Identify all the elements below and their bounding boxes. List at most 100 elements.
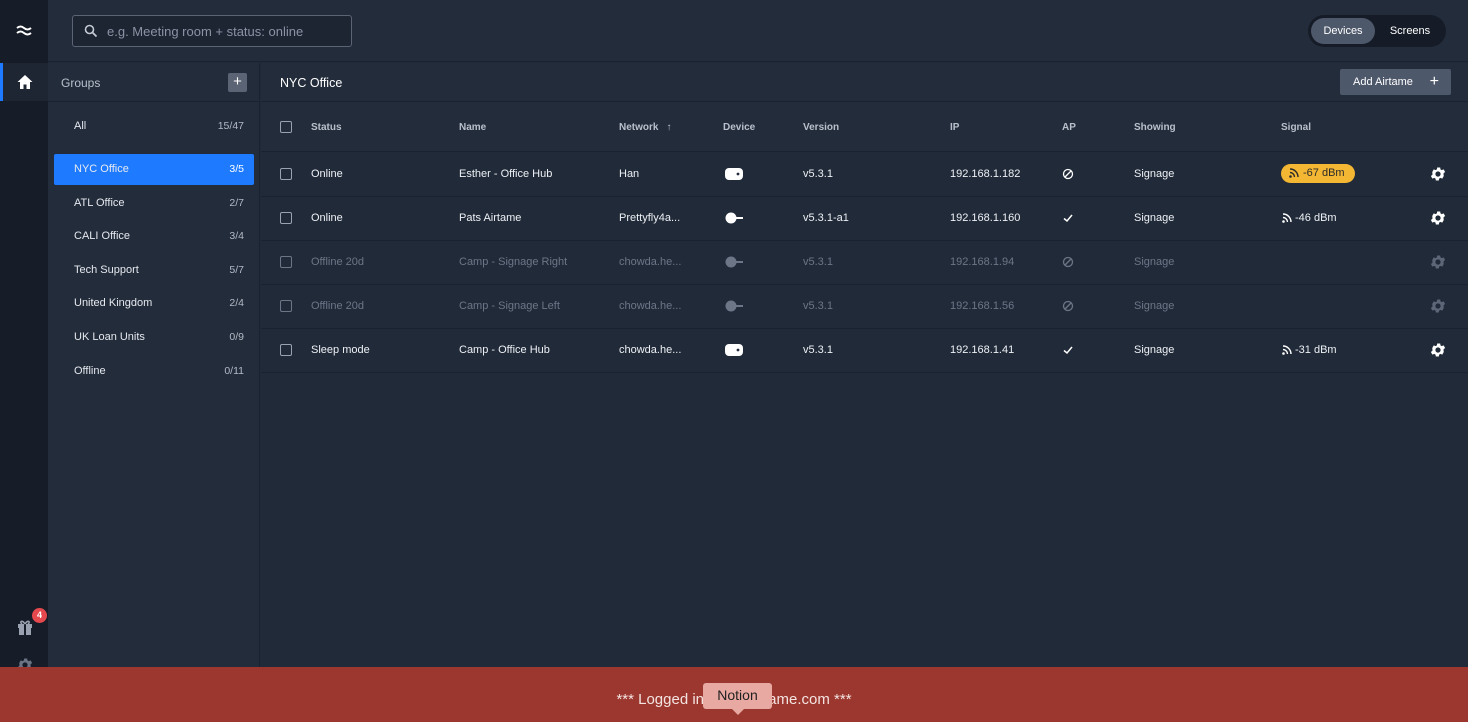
group-item-offline[interactable]: Offline 0/11 [54, 356, 254, 387]
signal-indicator: -31 dBm [1282, 344, 1337, 356]
signal-value: -67 dBm [1303, 167, 1345, 179]
search-box[interactable] [72, 15, 352, 47]
col-ip[interactable]: IP [950, 122, 959, 133]
network-cell: chowda.he... [619, 256, 682, 268]
group-label: United Kingdom [74, 297, 153, 309]
add-airtame-label: Add Airtame [1353, 76, 1413, 88]
group-count: 2/4 [229, 297, 244, 309]
add-group-button[interactable]: + [228, 73, 247, 92]
showing-cell: Signage [1134, 256, 1175, 268]
ip-cell: 192.168.1.41 [950, 344, 1015, 356]
signal-indicator: -46 dBm [1282, 212, 1337, 224]
plus-icon: + [1429, 73, 1439, 90]
groups-panel: Groups + All 15/47 NYC Office 3/5 ATL Of… [48, 63, 260, 688]
ip-cell: 192.168.1.56 [950, 300, 1015, 312]
group-item-all[interactable]: All 15/47 [54, 111, 254, 142]
group-label: All [74, 120, 87, 132]
ip-cell: 192.168.1.160 [950, 212, 1021, 224]
network-cell: chowda.he... [619, 300, 682, 312]
select-all-checkbox[interactable] [280, 121, 292, 133]
search-input[interactable] [107, 16, 347, 46]
hub-device-icon [725, 168, 743, 180]
ip-cell: 192.168.1.182 [950, 168, 1021, 180]
table-row[interactable]: Sleep mode Camp - Office Hub chowda.he..… [261, 329, 1468, 373]
add-airtame-button[interactable]: Add Airtame + [1340, 69, 1451, 95]
col-network[interactable]: Network ↑ [619, 122, 671, 133]
checkmark-icon [1063, 346, 1073, 355]
col-ap[interactable]: AP [1062, 122, 1076, 133]
col-version[interactable]: Version [803, 122, 839, 133]
name-cell: Camp - Signage Left [459, 300, 560, 312]
search-icon [84, 24, 98, 38]
name-cell: Pats Airtame [459, 212, 522, 224]
view-toggle: Devices Screens [1308, 15, 1446, 47]
group-count: 0/11 [224, 365, 244, 377]
table-header: Status Name Network ↑ Device Version IP A… [261, 102, 1468, 152]
group-label: UK Loan Units [74, 331, 145, 343]
top-bar: Devices Screens [48, 0, 1468, 62]
wifi-icon [1282, 345, 1292, 355]
dongle-device-icon [725, 256, 743, 268]
hub-device-icon [725, 344, 743, 356]
table-row[interactable]: Offline 20d Camp - Signage Right chowda.… [261, 241, 1468, 285]
network-cell: Prettyfly4a... [619, 212, 681, 224]
group-item-united-kingdom[interactable]: United Kingdom 2/4 [54, 288, 254, 319]
group-item-atl-office[interactable]: ATL Office 2/7 [54, 188, 254, 219]
row-checkbox[interactable] [280, 344, 292, 356]
table-row[interactable]: Online Pats Airtame Prettyfly4a... v5.3.… [261, 197, 1468, 241]
checkmark-icon [1063, 214, 1073, 223]
device-settings-icon[interactable] [1429, 209, 1447, 227]
row-checkbox[interactable] [280, 256, 292, 268]
airtame-logo-icon[interactable] [14, 20, 34, 40]
ap-disabled-icon [1062, 168, 1074, 180]
name-cell: Camp - Signage Right [459, 256, 568, 268]
showing-cell: Signage [1134, 344, 1175, 356]
wifi-icon [1289, 168, 1299, 178]
tab-screens[interactable]: Screens [1378, 18, 1442, 44]
signal-value: -46 dBm [1295, 212, 1337, 224]
gift-icon[interactable] [16, 618, 34, 636]
version-cell: v5.3.1 [803, 256, 833, 268]
dongle-device-icon [725, 300, 743, 312]
table-row[interactable]: Offline 20d Camp - Signage Left chowda.h… [261, 285, 1468, 329]
group-item-cali-office[interactable]: CALI Office 3/4 [54, 221, 254, 252]
group-label: Offline [74, 365, 106, 377]
ap-disabled-icon [1062, 300, 1074, 312]
group-label: NYC Office [74, 163, 129, 175]
showing-cell: Signage [1134, 212, 1175, 224]
dongle-device-icon [725, 212, 743, 224]
group-label: ATL Office [74, 197, 125, 209]
row-checkbox[interactable] [280, 300, 292, 312]
col-name[interactable]: Name [459, 122, 486, 133]
group-item-uk-loan-units[interactable]: UK Loan Units 0/9 [54, 322, 254, 353]
version-cell: v5.3.1 [803, 168, 833, 180]
device-settings-icon[interactable] [1429, 297, 1447, 315]
col-signal[interactable]: Signal [1281, 122, 1311, 133]
group-count: 0/9 [229, 331, 244, 343]
row-checkbox[interactable] [280, 168, 292, 180]
status-cell: Offline 20d [311, 256, 365, 268]
ip-cell: 192.168.1.94 [950, 256, 1015, 268]
col-device[interactable]: Device [723, 122, 755, 133]
device-settings-icon[interactable] [1429, 253, 1447, 271]
tooltip: Notion [703, 683, 772, 715]
device-settings-icon[interactable] [1429, 165, 1447, 183]
home-icon[interactable] [16, 73, 34, 91]
groups-header: Groups + [48, 63, 259, 102]
group-label: CALI Office [74, 230, 131, 242]
status-cell: Offline 20d [311, 300, 365, 312]
version-cell: v5.3.1-a1 [803, 212, 849, 224]
col-showing[interactable]: Showing [1134, 122, 1176, 133]
col-status[interactable]: Status [311, 122, 342, 133]
table-row[interactable]: Online Esther - Office Hub Han v5.3.1 19… [261, 153, 1468, 197]
group-item-nyc-office[interactable]: NYC Office 3/5 [54, 154, 254, 185]
version-cell: v5.3.1 [803, 300, 833, 312]
signal-value: -31 dBm [1295, 344, 1337, 356]
row-checkbox[interactable] [280, 212, 292, 224]
showing-cell: Signage [1134, 168, 1175, 180]
groups-title: Groups [61, 76, 101, 90]
device-settings-icon[interactable] [1429, 341, 1447, 359]
col-network-label: Network [619, 122, 659, 133]
group-item-tech-support[interactable]: Tech Support 5/7 [54, 255, 254, 286]
tab-devices[interactable]: Devices [1311, 18, 1375, 44]
